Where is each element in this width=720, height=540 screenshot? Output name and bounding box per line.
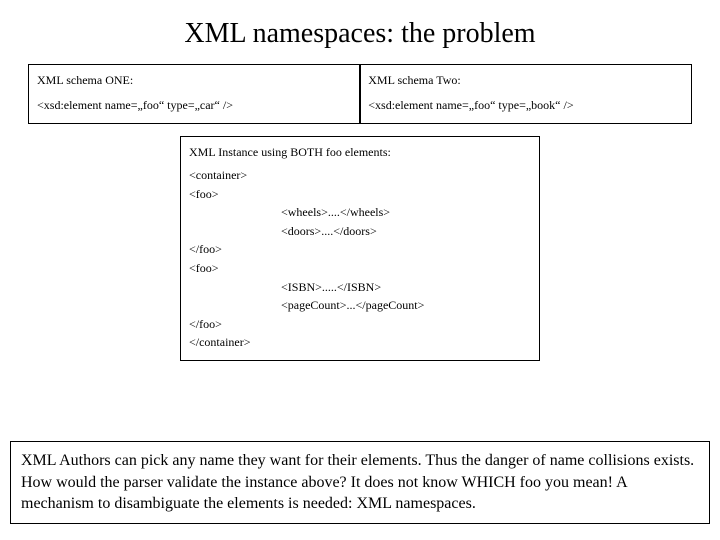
code-line: <foo>	[189, 259, 531, 278]
schema-one-box: XML schema ONE: <xsd:element name=„foo“ …	[28, 64, 361, 124]
schema-two-decl: <xsd:element name=„foo“ type=„book“ />	[368, 96, 683, 115]
code-line: <foo>	[189, 185, 531, 204]
code-line: <ISBN>.....</ISBN>	[189, 278, 531, 297]
explanation-note: XML Authors can pick any name they want …	[10, 441, 710, 524]
code-line: </container>	[189, 333, 531, 352]
schema-row: XML schema ONE: <xsd:element name=„foo“ …	[0, 64, 720, 124]
instance-box: XML Instance using BOTH foo elements: <c…	[180, 136, 540, 361]
code-line: <container>	[189, 166, 531, 185]
instance-header: XML Instance using BOTH foo elements:	[189, 143, 531, 162]
code-line: <wheels>....</wheels>	[189, 203, 531, 222]
code-line: <pageCount>...</pageCount>	[189, 296, 531, 315]
schema-one-decl: <xsd:element name=„foo“ type=„car“ />	[37, 96, 352, 115]
code-line: </foo>	[189, 315, 531, 334]
page-title: XML namespaces: the problem	[0, 0, 720, 64]
code-line: <doors>....</doors>	[189, 222, 531, 241]
schema-two-box: XML schema Two: <xsd:element name=„foo“ …	[359, 64, 692, 124]
code-line: </foo>	[189, 240, 531, 259]
schema-one-label: XML schema ONE:	[37, 71, 352, 90]
schema-two-label: XML schema Two:	[368, 71, 683, 90]
